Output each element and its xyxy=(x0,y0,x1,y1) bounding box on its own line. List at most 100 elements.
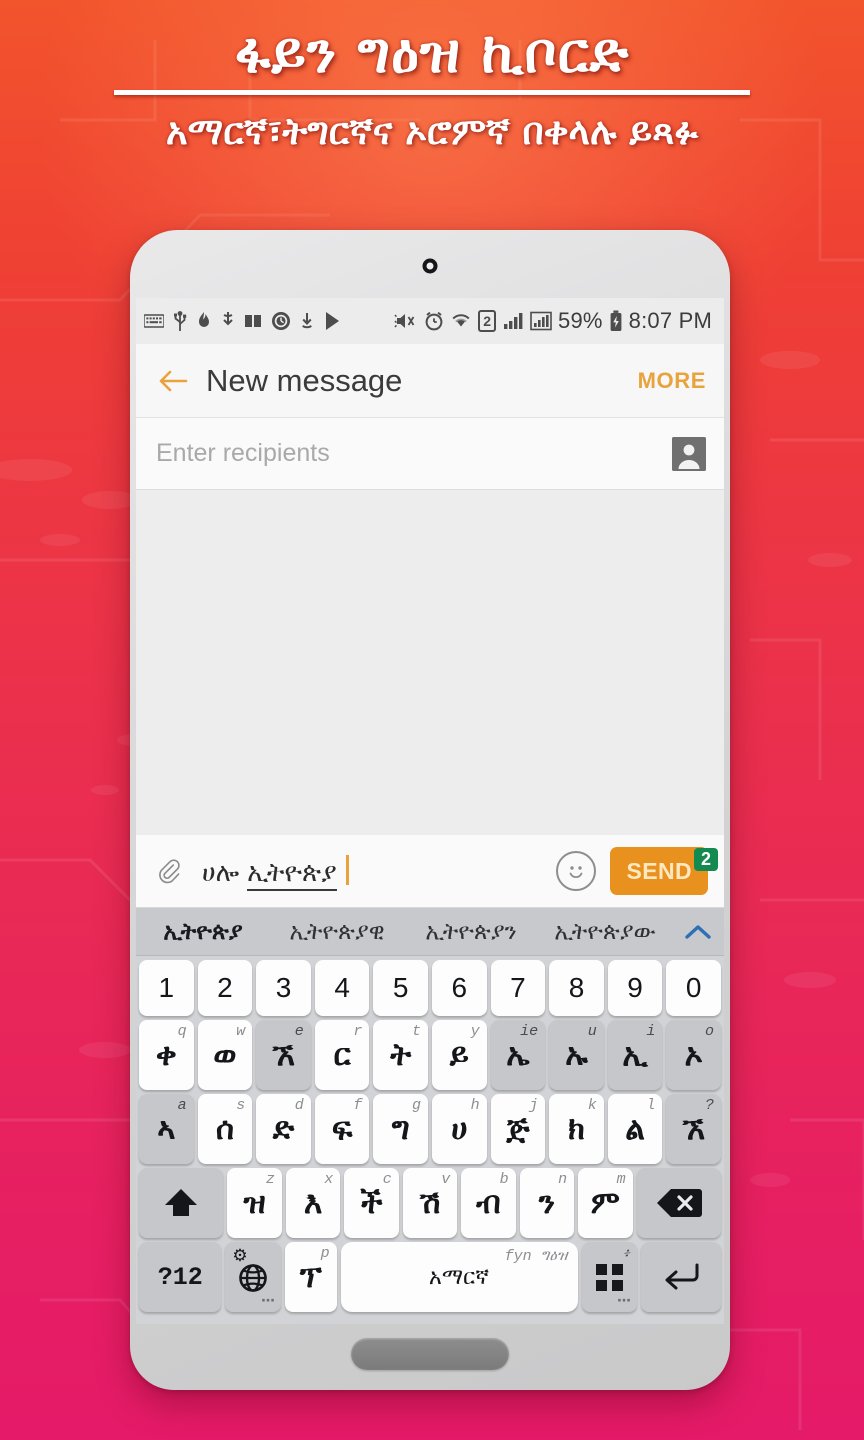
front-camera-icon xyxy=(422,258,438,274)
key-g[interactable]: gግ xyxy=(373,1094,428,1164)
backspace-icon[interactable] xyxy=(636,1168,721,1238)
paperclip-icon[interactable] xyxy=(154,856,184,886)
home-button[interactable] xyxy=(351,1338,509,1370)
key-label: ም xyxy=(590,1184,620,1221)
download-alt-icon xyxy=(300,311,314,331)
key-0[interactable]: 0 xyxy=(666,960,721,1016)
key-f[interactable]: fፍ xyxy=(314,1094,370,1164)
battery-charging-icon xyxy=(609,310,623,332)
key-label: ር xyxy=(333,1036,351,1073)
key-k[interactable]: kክ xyxy=(549,1094,604,1164)
key-q[interactable]: qቀ xyxy=(139,1020,194,1090)
key-4[interactable]: 4 xyxy=(314,960,370,1016)
key-label: ት xyxy=(390,1036,412,1073)
phone-top-bezel xyxy=(136,236,724,298)
key-c[interactable]: cች xyxy=(344,1168,399,1238)
symbols-key[interactable]: ?12 xyxy=(139,1242,222,1312)
key-6[interactable]: 6 xyxy=(432,960,487,1016)
key-label: ሀ xyxy=(451,1110,468,1147)
download-icon xyxy=(221,311,235,331)
suggestion-item-2[interactable]: ኢትዮጵያን xyxy=(404,919,538,945)
key-label: ድ xyxy=(272,1110,295,1147)
key-m[interactable]: mም xyxy=(578,1168,633,1238)
chevron-up-icon[interactable] xyxy=(672,922,724,942)
key-label: ይ xyxy=(449,1036,469,1073)
key-9[interactable]: 9 xyxy=(607,960,663,1016)
signal-icon xyxy=(502,311,524,331)
shift-arrow-icon[interactable] xyxy=(139,1168,224,1238)
key-label: ኧ xyxy=(272,1036,295,1073)
message-input[interactable]: ሀሎ ኢትዮጵያ xyxy=(202,851,556,891)
smiley-icon[interactable] xyxy=(556,851,597,891)
globe-language-icon[interactable]: ⚙ ⋯ xyxy=(225,1242,282,1312)
promo-subtitle: አማርኛ፣ትግርኛና ኦሮምኛ በቀላሉ ይጻፉ xyxy=(165,110,699,153)
page-title: New message xyxy=(206,362,403,398)
key-ie[interactable]: ie ኤ xyxy=(490,1020,546,1090)
keyboard-row-1: qቀ wወ eኧ rር tት yይ ie ኤ uኡ iኢ oኦ xyxy=(136,1016,724,1090)
key-t[interactable]: tት xyxy=(373,1020,428,1090)
key-u[interactable]: uኡ xyxy=(549,1020,604,1090)
key-3[interactable]: 3 xyxy=(256,960,311,1016)
suggestion-bar: ኢትዮጵያ ኢትዮጵያዊ ኢትዮጵያን ኢትዮጵያው xyxy=(136,908,724,956)
key-e[interactable]: eኧ xyxy=(256,1020,311,1090)
contact-person-icon[interactable] xyxy=(672,436,706,471)
key-hint: ? xyxy=(704,1097,714,1114)
key-y[interactable]: yይ xyxy=(432,1020,487,1090)
key-hint: ፥ xyxy=(622,1246,631,1263)
suggestion-item-1[interactable]: ኢትዮጵያዊ xyxy=(270,919,404,945)
key-l[interactable]: lል xyxy=(607,1094,663,1164)
virtual-keyboard: ኢትዮጵያ ኢትዮጵያዊ ኢትዮጵያን ኢትዮጵያው 1 2 3 4 5 6 7… xyxy=(136,908,724,1324)
key-j[interactable]: jጅ xyxy=(490,1094,546,1164)
status-bar-system-icons: 2 59% 8:07 PM xyxy=(394,308,712,334)
key-hint: e xyxy=(294,1023,304,1040)
key-s[interactable]: sሰ xyxy=(197,1094,253,1164)
key-2[interactable]: 2 xyxy=(197,960,253,1016)
key-d[interactable]: dድ xyxy=(256,1094,311,1164)
key-8[interactable]: 8 xyxy=(549,960,604,1016)
key-a[interactable]: aኣ xyxy=(139,1094,194,1164)
mute-icon xyxy=(394,311,418,331)
play-store-icon xyxy=(323,311,341,331)
enter-return-icon[interactable] xyxy=(641,1242,722,1312)
key-label: ጅ xyxy=(506,1110,530,1147)
key-z[interactable]: zዝ xyxy=(227,1168,282,1238)
key-label: ች xyxy=(360,1184,383,1221)
key-n[interactable]: nን xyxy=(519,1168,575,1238)
space-hint: fyn ግዕዝ xyxy=(505,1246,568,1265)
suggestion-item-3[interactable]: ኢትዮጵያው xyxy=(538,919,672,945)
key-h[interactable]: hሀ xyxy=(432,1094,487,1164)
keyboard-number-row: 1 2 3 4 5 6 7 8 9 0 xyxy=(136,956,724,1016)
grid-dots-icon[interactable]: ፥ ⋯ xyxy=(581,1242,638,1312)
key-hint: s xyxy=(236,1097,246,1114)
phone-screen: 2 59% 8:07 PM New message MORE Enter rec… xyxy=(136,298,724,1324)
key-hint: j xyxy=(529,1097,539,1114)
key-w[interactable]: wወ xyxy=(197,1020,253,1090)
recipients-row[interactable]: Enter recipients xyxy=(136,418,724,490)
space-key-label: አማርኛ xyxy=(428,1264,490,1290)
key-r[interactable]: rር xyxy=(314,1020,370,1090)
suggestion-item-0[interactable]: ኢትዮጵያ xyxy=(136,919,270,945)
key-v[interactable]: vሽ xyxy=(402,1168,458,1238)
key-label: ቀ xyxy=(155,1036,177,1073)
key-o[interactable]: oኦ xyxy=(666,1020,721,1090)
key-5[interactable]: 5 xyxy=(373,960,428,1016)
key-p[interactable]: pፕ xyxy=(285,1242,337,1312)
key-1[interactable]: 1 xyxy=(139,960,194,1016)
key-hint: g xyxy=(411,1097,421,1114)
key-label: ብ xyxy=(476,1184,501,1221)
signal-alt-icon xyxy=(530,311,552,331)
key-hint: b xyxy=(499,1171,509,1188)
key-question[interactable]: ? ኧ xyxy=(666,1094,721,1164)
key-i[interactable]: iኢ xyxy=(607,1020,663,1090)
status-bar-notification-icons xyxy=(144,310,394,332)
compose-row: ሀሎ ኢትዮጵያ SEND 2 xyxy=(136,835,724,908)
more-button[interactable]: MORE xyxy=(638,368,706,394)
key-b[interactable]: bብ xyxy=(461,1168,516,1238)
key-7[interactable]: 7 xyxy=(490,960,546,1016)
space-key[interactable]: fyn ግዕዝ አማርኛ xyxy=(340,1242,578,1312)
recipients-input[interactable]: Enter recipients xyxy=(156,439,672,468)
arrow-left-icon[interactable] xyxy=(156,364,190,398)
promo-title: ፋይን ግዕዝ ኪቦርድ xyxy=(234,21,630,86)
message-text-composing: ኢትዮጵያ xyxy=(247,858,337,891)
key-x[interactable]: xእ xyxy=(285,1168,341,1238)
